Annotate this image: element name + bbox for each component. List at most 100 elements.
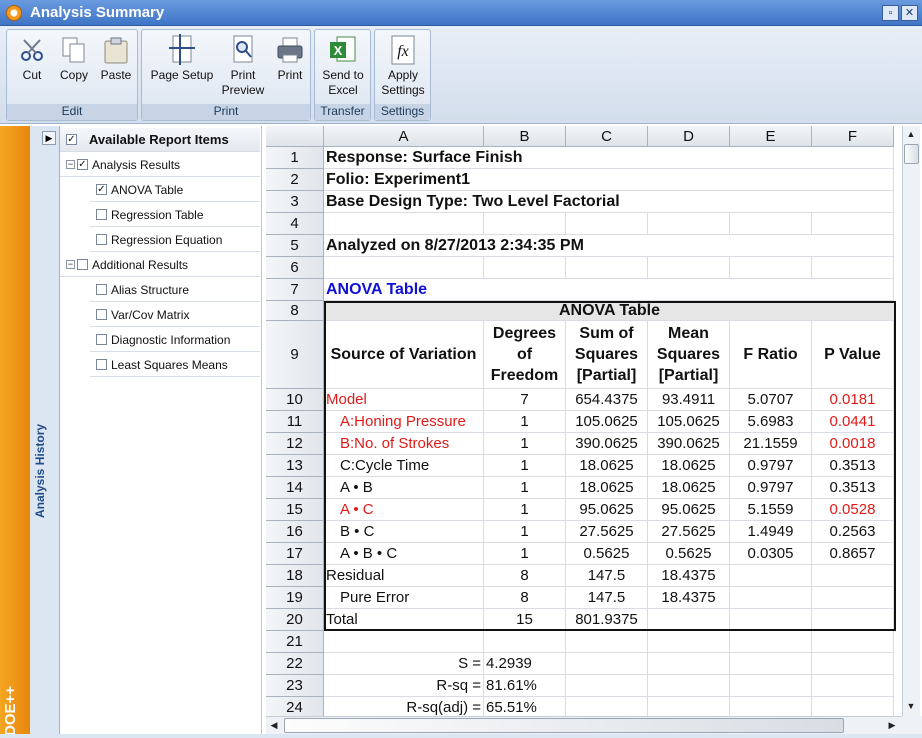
anova-f[interactable]: 0.9797 [730,477,812,499]
horizontal-scrollbar[interactable]: ◀ ▶ [266,716,902,734]
grid-cell[interactable] [730,631,812,653]
scroll-left-icon[interactable]: ◀ [266,717,282,733]
grid-cell[interactable] [566,631,648,653]
anova-source[interactable]: Pure Error [324,587,484,609]
grid-cell[interactable] [648,213,730,235]
checkbox-icon[interactable]: ✓ [77,159,88,170]
row-header[interactable]: 20 [266,609,324,631]
tree-item-diagnostic-information[interactable]: Diagnostic Information [90,328,260,352]
anova-header-dof[interactable]: Degrees of Freedom [484,321,566,389]
anova-dof[interactable]: 1 [484,521,566,543]
anova-dof[interactable]: 8 [484,587,566,609]
grid-cell[interactable] [812,147,894,169]
grid-cell[interactable] [566,653,648,675]
anova-ms[interactable]: 18.0625 [648,477,730,499]
anova-p[interactable]: 0.0018 [812,433,894,455]
anova-ms[interactable]: 18.0625 [648,455,730,477]
vertical-scrollbar[interactable]: ▲ ▼ [902,126,920,716]
anova-f[interactable]: 5.6983 [730,411,812,433]
anova-f[interactable]: 0.9797 [730,455,812,477]
grid-cell[interactable] [812,279,894,301]
row-header[interactable]: 21 [266,631,324,653]
row-header[interactable]: 17 [266,543,324,565]
grid-cell[interactable] [566,675,648,697]
page-setup-button[interactable]: Page Setup [146,34,218,83]
grid-cell[interactable] [566,697,648,716]
anova-ss[interactable]: 147.5 [566,565,648,587]
grid-cell[interactable] [730,653,812,675]
anova-source[interactable]: A • C [324,499,484,521]
expand-arrow-icon[interactable]: ▶ [42,131,56,145]
anova-ms[interactable]: 93.4911 [648,389,730,411]
copy-button[interactable]: Copy [55,34,93,83]
checkbox-icon[interactable] [96,359,107,370]
anova-ms[interactable]: 105.0625 [648,411,730,433]
anova-ms[interactable]: 18.4375 [648,565,730,587]
row-header[interactable]: 15 [266,499,324,521]
grid-cell[interactable] [730,675,812,697]
grid-cell[interactable] [324,213,484,235]
tree-header[interactable]: ✓ Available Report Items [60,128,260,152]
anova-ms[interactable]: 0.5625 [648,543,730,565]
tree-item-least-squares-means[interactable]: Least Squares Means [90,353,260,377]
horizontal-scroll-thumb[interactable] [284,718,844,733]
anova-ss[interactable]: 390.0625 [566,433,648,455]
anova-ss[interactable]: 95.0625 [566,499,648,521]
apply-settings-button[interactable]: fx Apply Settings [377,34,429,98]
anova-p[interactable]: 0.8657 [812,543,894,565]
anova-ss[interactable]: 0.5625 [566,543,648,565]
report-text[interactable]: Analyzed on 8/27/2013 2:34:35 PM [324,235,816,257]
send-to-excel-button[interactable]: X Send to Excel [317,34,369,98]
grid-cell[interactable] [648,697,730,716]
grid-cell[interactable] [812,235,894,257]
report-text[interactable]: Base Design Type: Two Level Factorial [324,191,816,213]
anova-p[interactable] [812,609,894,631]
anova-p[interactable]: 0.0528 [812,499,894,521]
grid-cell[interactable] [812,631,894,653]
anova-f[interactable] [730,565,812,587]
grid-cell[interactable] [812,213,894,235]
anova-dof[interactable]: 1 [484,499,566,521]
anova-ss[interactable]: 18.0625 [566,455,648,477]
grid-cell[interactable] [730,697,812,716]
tree-item-alias-structure[interactable]: Alias Structure [90,278,260,302]
anova-p[interactable]: 0.2563 [812,521,894,543]
row-header[interactable]: 9 [266,321,324,389]
anova-dof[interactable]: 1 [484,477,566,499]
row-header[interactable]: 23 [266,675,324,697]
row-header[interactable]: 22 [266,653,324,675]
cut-button[interactable]: Cut [13,34,51,83]
row-header[interactable]: 7 [266,279,324,301]
grid-cell[interactable] [812,653,894,675]
column-header[interactable]: F [812,126,894,147]
scroll-up-icon[interactable]: ▲ [903,126,919,142]
tree-item-analysis-results[interactable]: − ✓ Analysis Results [60,153,260,177]
anova-dof[interactable]: 1 [484,455,566,477]
anova-ss[interactable]: 105.0625 [566,411,648,433]
collapse-icon[interactable]: − [66,260,75,269]
column-header[interactable]: E [730,126,812,147]
anova-ms[interactable] [648,609,730,631]
anova-ss[interactable]: 147.5 [566,587,648,609]
anova-ms[interactable]: 95.0625 [648,499,730,521]
row-header[interactable]: 18 [266,565,324,587]
paste-button[interactable]: Paste [97,34,135,83]
corner-header[interactable] [266,126,324,147]
vertical-scroll-thumb[interactable] [904,144,919,164]
anova-f[interactable]: 5.1559 [730,499,812,521]
report-text[interactable]: ANOVA Table [324,279,816,301]
anova-ss[interactable]: 654.4375 [566,389,648,411]
anova-header-ss[interactable]: Sum of Squares [Partial] [566,321,648,389]
anova-p[interactable]: 0.3513 [812,477,894,499]
anova-source[interactable]: A:Honing Pressure [324,411,484,433]
anova-f[interactable] [730,609,812,631]
grid-cell[interactable] [812,697,894,716]
scroll-down-icon[interactable]: ▼ [903,698,919,714]
row-header[interactable]: 1 [266,147,324,169]
restore-button[interactable]: ▫ [882,5,899,21]
analysis-history-label[interactable]: Analysis History [33,406,57,536]
grid-cell[interactable] [566,257,648,279]
row-header[interactable]: 24 [266,697,324,716]
column-header[interactable]: C [566,126,648,147]
report-spreadsheet[interactable]: A B C D E F 1 2 3 4 5 6 7 8 9 10 11 12 13 14 15 16 17 18 19 20 21 2… [266,126,902,716]
